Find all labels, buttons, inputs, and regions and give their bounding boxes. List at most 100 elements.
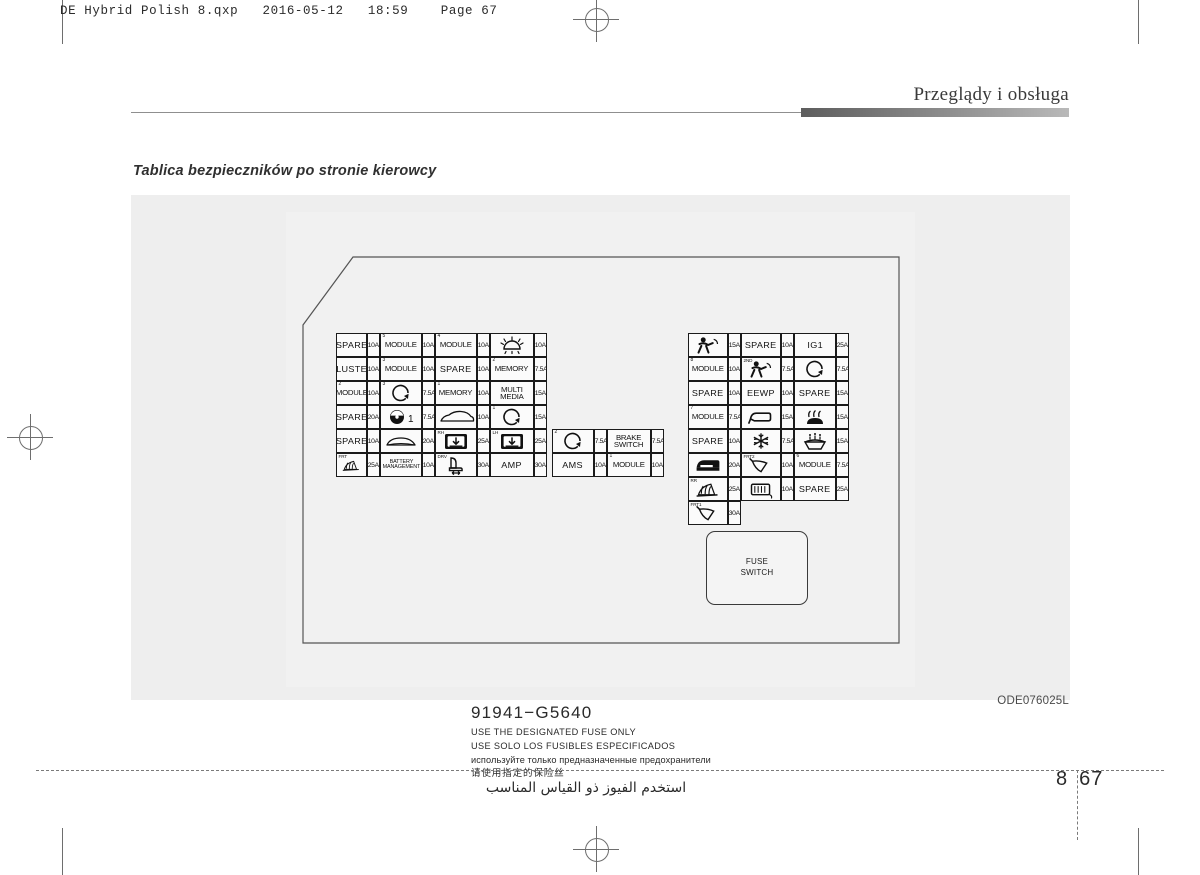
fuse-index: 6 [796, 453, 800, 459]
fuse-cell [794, 357, 836, 381]
fuse-cell: SPARE [336, 333, 367, 357]
registration-mark-top [573, 0, 619, 42]
fuse-rating: 25A [534, 429, 547, 453]
fuse-cell: 2 [552, 429, 594, 453]
folio-number: 67 [1079, 768, 1104, 790]
fuse-rating-label: 10A [728, 389, 740, 397]
registration-mark-left [7, 414, 53, 460]
fuse-cell: LH [490, 429, 534, 453]
ac-snowflake-icon [742, 430, 780, 452]
fuse-label: SPARE [336, 411, 367, 422]
fuse-cell: 8 MODULE [688, 357, 728, 381]
fuse-rating-label: 10A [781, 341, 793, 349]
fuse-rating: 10A [367, 357, 380, 381]
fuse-rating: 20A [728, 453, 741, 477]
fuse-cell: 6 MODULE [794, 453, 836, 477]
fuse-rating: 10A [594, 453, 607, 477]
heated-steering-icon [795, 406, 835, 428]
fuse-cell: FRT1 [688, 501, 728, 525]
fuse-rating-label: 25A [367, 461, 379, 469]
warning-en: USE THE DESIGNATED FUSE ONLY [471, 727, 636, 737]
airbag-icon [689, 334, 727, 356]
fuse-cell: CLUSTER [336, 357, 367, 381]
fuse-rating-label: 7.5A [836, 365, 849, 373]
fuse-cell: MULTI MEDIA [490, 381, 534, 405]
fuse-rating: 10A [422, 453, 435, 477]
fuse-rating-label: 10A [477, 341, 489, 349]
fuse-rating: 10A [422, 357, 435, 381]
fuse-switch-line1: FUSE [745, 557, 769, 567]
fuse-rating: 15A [836, 429, 849, 453]
fuse-index: 1 [437, 381, 441, 387]
fuse-cell [794, 405, 836, 429]
fuse-label: SPARE [440, 363, 472, 374]
fuse-rating-label: 10A [422, 341, 434, 349]
fuse-label: SPARE [745, 339, 777, 350]
fuse-rating-label: 15A [534, 389, 546, 397]
fuse-cell [688, 333, 728, 357]
fuse-label: EEWP [747, 387, 775, 398]
running-head: Przeglądy i obsługa [913, 84, 1069, 105]
fuse-rating-label: 7.5A [728, 413, 741, 421]
page-title: Tablica bezpieczników po stronie kierowc… [133, 163, 437, 179]
washer-icon [795, 430, 835, 452]
fuse-rating-label: 20A [728, 461, 740, 469]
fuse-rating: 20A [367, 405, 380, 429]
fuse-label: SPARE [692, 387, 724, 398]
fuse-rating-label: 10A [367, 341, 379, 349]
fuse-cell: 2 MEMORY [490, 357, 534, 381]
fuse-rating-label: 10A [594, 461, 606, 469]
fuse-cell: IG1 [794, 333, 836, 357]
fuse-label: AMS [562, 459, 584, 470]
fuse-index: 2 [338, 381, 342, 387]
fuse-rating: 25A [728, 477, 741, 501]
fuse-cell: SPARE [336, 429, 367, 453]
fuse-rating: 10A [477, 333, 490, 357]
fuse-rating-label: 10A [367, 389, 379, 397]
fuse-label: SPARE [336, 435, 367, 446]
fuse-prefix: LH [492, 429, 499, 435]
fuse-rating: 15A [534, 405, 547, 429]
fuse-rating: 15A [836, 381, 849, 405]
fuse-rating: 7.5A [422, 405, 435, 429]
fuse-cell: 7 MODULE [688, 405, 728, 429]
chapter-number: 8 [1056, 768, 1069, 790]
fuse-label: MODULE [692, 364, 724, 374]
part-number: 91941−G5640 [471, 703, 593, 722]
fuse-rating-label: 10A [781, 485, 793, 493]
fuse-rating: 15A [728, 333, 741, 357]
fuse-rating-label: 15A [836, 413, 848, 421]
fuse-rating-label: 7.5A [594, 437, 607, 445]
warning-ar: استخدم الفيوز ذو القياس المناسب [485, 780, 687, 796]
fuse-label: MODULE [336, 388, 367, 398]
fuse-rating: 10A [534, 333, 547, 357]
fuse-cell: SPARE [741, 333, 781, 357]
fuse-rating: 7.5A [422, 381, 435, 405]
fuse-rating-label: 20A [367, 413, 379, 421]
fuse-cell: SPARE [435, 357, 477, 381]
fuse-rating-label: 25A [836, 485, 848, 493]
fuse-rating: 25A [836, 477, 849, 501]
fuse-rating: 7.5A [651, 429, 664, 453]
fuse-label: IG1 [807, 339, 823, 350]
fuse-prefix: 2ND [743, 357, 753, 363]
fuse-cell: RR [688, 477, 728, 501]
fuse-label: MEMORY [495, 364, 529, 374]
fuse-index: 5 [382, 333, 386, 339]
fuse-cell: BATTERY MANAGEMENT [380, 453, 422, 477]
fuse-rating: 10A [781, 381, 794, 405]
fuse-label: MODULE [692, 412, 724, 422]
fuse-cell: 1 MEMORY [435, 381, 477, 405]
fuse-cell: BRAKE SWITCH [607, 429, 651, 453]
warning-ru: используйте только предназначенные предо… [471, 754, 711, 765]
fuse-rating: 10A [728, 381, 741, 405]
mirror-icon [742, 406, 780, 428]
circle-arrow-icon [795, 358, 835, 380]
fuse-rating-label: 30A [477, 461, 489, 469]
fuse-index: 3 [382, 357, 386, 363]
fuse-index: 8 [690, 357, 694, 363]
circle-arrow-icon [381, 382, 421, 404]
registration-mark-bottom [573, 826, 619, 872]
fuse-cell: 5 MODULE [380, 333, 422, 357]
fuse-switch-block: FUSE SWITCH [706, 531, 808, 605]
